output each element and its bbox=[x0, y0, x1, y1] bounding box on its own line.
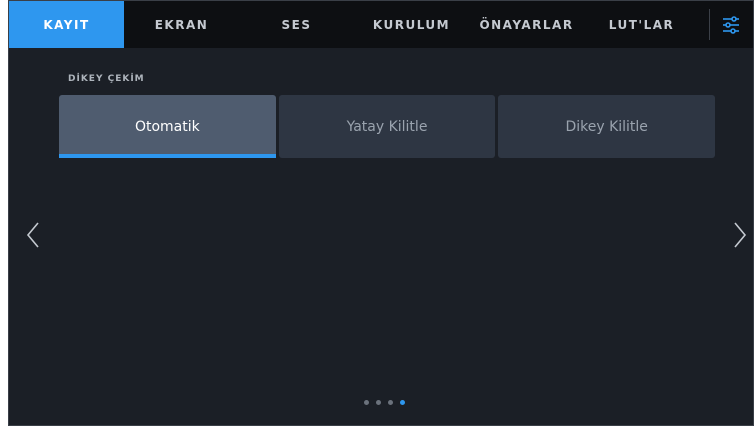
option-label: Otomatik bbox=[134, 118, 200, 135]
selected-indicator bbox=[59, 154, 276, 158]
camera-screen: KAYIT EKRAN SES KURULUM ÖNAYARLAR LUT'LA… bbox=[8, 0, 754, 426]
tab-ses[interactable]: SES bbox=[239, 1, 354, 48]
settings-menu-button[interactable] bbox=[709, 1, 753, 48]
tab-bar: KAYIT EKRAN SES KURULUM ÖNAYARLAR LUT'LA… bbox=[9, 1, 753, 48]
previous-page-button[interactable] bbox=[23, 215, 43, 255]
tab-onayarlar[interactable]: ÖNAYARLAR bbox=[469, 1, 584, 48]
chevron-left-icon bbox=[26, 222, 39, 248]
page-indicator bbox=[364, 400, 405, 405]
tab-kayit[interactable]: KAYIT bbox=[9, 1, 124, 48]
page-dot-active bbox=[400, 400, 405, 405]
tab-lutlar[interactable]: LUT'LAR bbox=[584, 1, 699, 48]
option-label: Yatay Kilitle bbox=[346, 118, 428, 135]
tab-kurulum[interactable]: KURULUM bbox=[354, 1, 469, 48]
sliders-icon bbox=[723, 15, 739, 34]
section-label: DİKEY ÇEKİM bbox=[68, 74, 145, 84]
chevron-right-icon bbox=[734, 222, 747, 248]
option-dikey-kilitle[interactable]: Dikey Kilitle bbox=[498, 95, 716, 158]
page-dot bbox=[376, 400, 381, 405]
next-page-button[interactable] bbox=[730, 215, 750, 255]
orientation-segmented-control: Otomatik Yatay Kilitle Dikey Kilitle bbox=[59, 95, 716, 158]
page-dot bbox=[388, 400, 393, 405]
page-dot bbox=[364, 400, 369, 405]
option-label: Dikey Kilitle bbox=[565, 118, 648, 135]
option-yatay-kilitle[interactable]: Yatay Kilitle bbox=[278, 95, 496, 158]
tab-ekran[interactable]: EKRAN bbox=[124, 1, 239, 48]
option-otomatik[interactable]: Otomatik bbox=[59, 95, 276, 158]
